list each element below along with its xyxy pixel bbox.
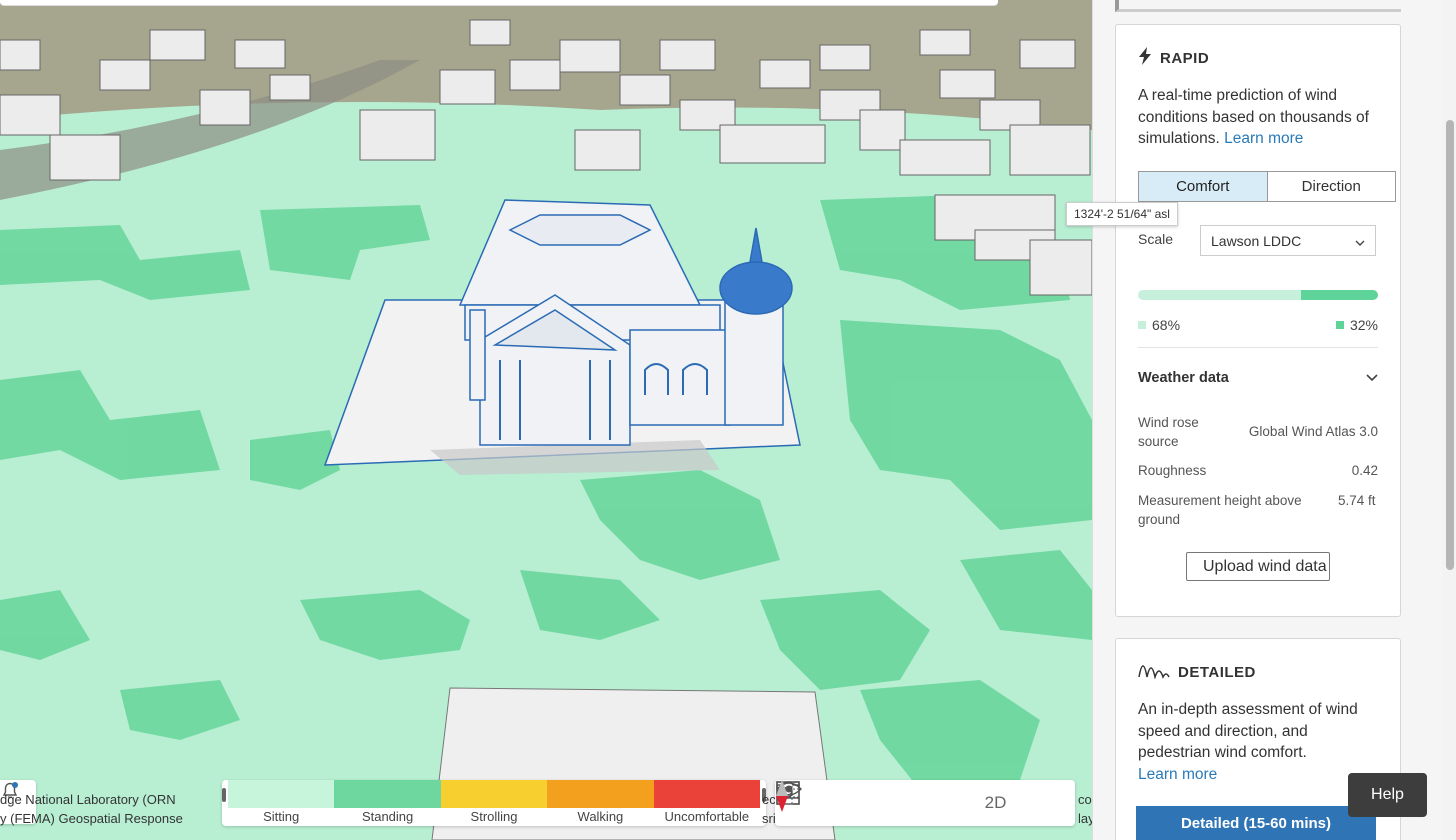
map-3d-view[interactable]: dge National Laboratory (ORN y (FEMA) Ge… (0, 0, 1092, 840)
standing-swatch (1335, 321, 1344, 329)
chevron-down-icon (1355, 233, 1365, 249)
comfort-bar-standing (1301, 290, 1378, 300)
detailed-description: An in-depth assessment of wind speed and… (1138, 699, 1384, 785)
rapid-learn-more-link[interactable]: Learn more (1224, 130, 1303, 147)
standing-percent: 32% (1335, 317, 1378, 333)
scale-select-value: Lawson LDDC (1211, 232, 1302, 249)
legend-swatch-strolling (440, 780, 548, 808)
sitting-swatch (1138, 321, 1146, 329)
visibility-button[interactable] (775, 780, 873, 826)
elevation-tooltip: 1324'-2 51/64" asl (1066, 202, 1178, 226)
attribution-line: y (FEMA) Geospatial Response (0, 811, 183, 826)
upload-wind-data-button[interactable]: Upload wind data (1186, 552, 1330, 581)
attribution-line: dge National Laboratory (ORN (0, 792, 176, 807)
comfort-bar-sitting (1138, 290, 1302, 300)
map-toolbar: 2D (775, 780, 1075, 826)
legend-swatch-sitting (228, 780, 335, 808)
tab-direction[interactable]: Direction (1268, 172, 1396, 201)
legend-labels: Sitting Standing Strolling Walking Uncomfort… (228, 808, 760, 826)
rapid-card: RAPID A real-time prediction of wind con… (1115, 24, 1401, 617)
legend-swatch-walking (547, 780, 654, 808)
scale-select[interactable]: Lawson LDDC (1200, 225, 1376, 256)
rapid-description: A real-time prediction of wind condition… (1138, 85, 1384, 150)
map-search-bar[interactable] (0, 0, 998, 6)
analysis-panel: RAPID A real-time prediction of wind con… (1092, 0, 1443, 840)
roughness-value: 0.42 (1351, 463, 1378, 478)
map-attribution-right: contributors, Microsoft, Esri Community … (1078, 790, 1092, 828)
detailed-header: DETAILED (1138, 661, 1256, 683)
toggle-2d-button[interactable]: 2D (971, 780, 1020, 826)
wave-icon (1138, 661, 1170, 683)
legend-label-strolling: Strolling (470, 809, 518, 824)
roughness-label: Roughness (1138, 463, 1207, 478)
attribution-line: layer by Esri. Powered by Esri. (1078, 811, 1092, 826)
map-scene[interactable] (0, 0, 1092, 840)
attribution-line: contributors, Microsoft, Esri Community … (1078, 792, 1092, 807)
chevron-down-icon (1366, 370, 1378, 386)
legend-range-handle-left[interactable] (222, 788, 226, 802)
legend-swatch-standing (334, 780, 441, 808)
attribution-line: sri (762, 811, 776, 826)
legend-color-bar (228, 780, 761, 808)
wind-rose-value: Global Wind Atlas 3.0 (1248, 424, 1378, 439)
screenshot-button[interactable] (776, 780, 922, 826)
weather-data-toggle[interactable]: Weather data (1138, 370, 1378, 386)
comfort-percentage-bar (1138, 290, 1378, 300)
legend-label-walking: Walking (577, 809, 624, 824)
sitting-percent-value: 68% (1152, 317, 1181, 333)
map-attribution-mid: ec sri (762, 790, 776, 828)
map-attribution-left: dge National Laboratory (ORN y (FEMA) Ge… (0, 790, 225, 828)
standing-percent-value: 32% (1349, 317, 1378, 333)
measurement-height-label: Measurement height above ground (1138, 493, 1302, 527)
detailed-learn-more-link[interactable]: Learn more (1138, 766, 1217, 783)
sitting-percent: 68% (1138, 317, 1180, 333)
help-button[interactable]: Help (1348, 773, 1427, 817)
rapid-header: RAPID (1138, 47, 1209, 69)
comfort-direction-toggle: Comfort Direction (1138, 171, 1396, 202)
legend-label-standing: Standing (361, 809, 414, 824)
run-detailed-button[interactable]: Detailed (15-60 mins) (1136, 806, 1376, 840)
lightning-icon (1138, 47, 1152, 69)
rapid-title: RAPID (1160, 49, 1210, 67)
legend-swatch-uncomfortable (653, 780, 761, 808)
scale-label: Scale (1138, 231, 1174, 247)
weather-data-title: Weather data (1138, 370, 1229, 386)
scrollbar-thumb[interactable] (1446, 120, 1454, 570)
wind-comfort-legend: Sitting Standing Strolling Walking Uncomfort… (222, 780, 766, 826)
zoom-to-fit-button[interactable] (776, 780, 971, 826)
legend-label-sitting: Sitting (263, 809, 300, 824)
detailed-description-text: An in-depth assessment of wind speed and… (1138, 701, 1358, 761)
attribution-line: ec (762, 792, 776, 807)
compass-button[interactable] (776, 780, 1069, 826)
legend-label-uncomfortable: Uncomfortable (664, 809, 750, 824)
divider (1138, 347, 1378, 348)
panel-scrollbar[interactable] (1442, 0, 1456, 840)
detailed-title: DETAILED (1178, 663, 1256, 681)
tab-comfort[interactable]: Comfort (1139, 172, 1268, 201)
panel-top-divider (1115, 0, 1401, 12)
wind-rose-label: Wind rose source (1138, 415, 1199, 449)
measurement-height-value: 5.74 ft (1338, 493, 1376, 508)
